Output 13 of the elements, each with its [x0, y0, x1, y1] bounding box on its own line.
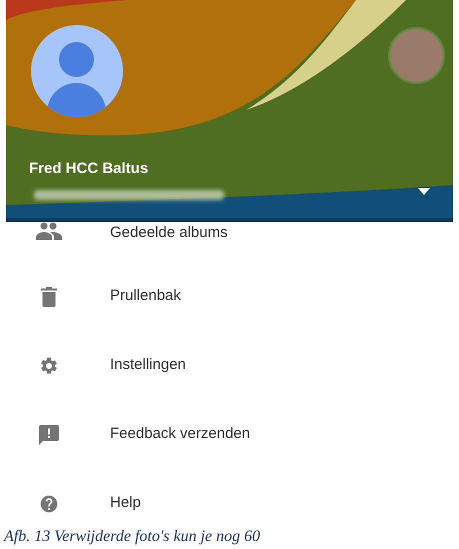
- menu-item[interactable]: Help: [110, 492, 141, 515]
- dropdown-caret-icon[interactable]: [418, 188, 430, 195]
- menu-item[interactable]: Instellingen: [110, 354, 186, 377]
- trash-icon: [41, 286, 57, 306]
- settings-icon: [39, 356, 59, 376]
- help-icon: [39, 494, 59, 514]
- menu-item[interactable]: Prullenbak: [110, 285, 181, 308]
- menu-item[interactable]: Feedback verzenden: [110, 423, 250, 446]
- menu-item[interactable]: Gedeelde albums: [110, 222, 228, 244]
- account-name: Fred HCC Baltus: [29, 159, 148, 179]
- feedback-icon: [39, 424, 59, 444]
- people-icon: [36, 222, 62, 240]
- figure-caption: Afb. 13 Verwijderde foto's kun je nog 60: [4, 529, 260, 545]
